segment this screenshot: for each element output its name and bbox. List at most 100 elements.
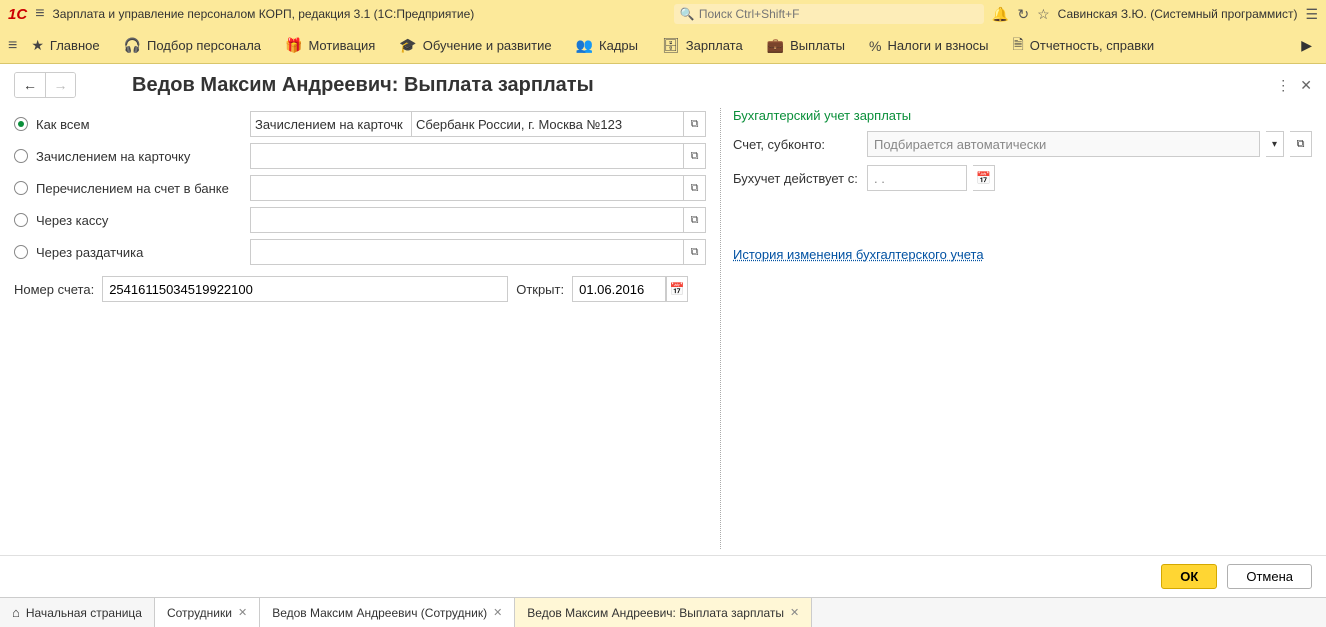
open-ext-button[interactable]: ⧉ [1290, 131, 1312, 157]
since-date-field[interactable]: . . [867, 165, 967, 191]
more-icon[interactable]: ⋮ [1276, 77, 1290, 94]
home-icon: ⌂ [12, 605, 20, 620]
nav-salary[interactable]: 🗄 Зарплата [652, 31, 753, 60]
account-subconto-row: Счет, субконто: Подбирается автоматическ… [733, 131, 1312, 157]
nav-motivation[interactable]: 🎁Мотивация [275, 31, 385, 60]
headset-icon: 🎧 [124, 37, 141, 54]
ok-button[interactable]: ОК [1161, 564, 1217, 589]
radio-bank[interactable]: Перечислением на счет в банке [14, 181, 242, 196]
tab-label: Сотрудники [167, 606, 232, 620]
account-row: Номер счета: Открыт: 📅 [14, 276, 714, 302]
radio-cash[interactable]: Через кассу [14, 213, 242, 228]
tabsbar: ⌂ Начальная страница Сотрудники ✕ Ведов … [0, 597, 1326, 627]
history-link[interactable]: История изменения бухгалтерского учета [733, 247, 984, 262]
close-icon[interactable]: ✕ [238, 606, 247, 619]
nav-recruit[interactable]: 🎧 Подбор персонала [114, 31, 271, 60]
footer: ОК Отмена [0, 555, 1326, 597]
row0-fields: Зачислением на карточк Сбербанк России, … [250, 111, 706, 137]
nav-history-buttons: ← → [14, 72, 76, 98]
tab-employee-card[interactable]: Ведов Максим Андреевич (Сотрудник) ✕ [260, 598, 515, 627]
radio-label-text: Через раздатчика [36, 245, 143, 260]
radio-distributor[interactable]: Через раздатчика [14, 245, 242, 260]
method-field[interactable]: Зачислением на карточк [250, 111, 412, 137]
dropdown-icon[interactable]: ▾ [1266, 131, 1284, 157]
tab-label: Начальная страница [26, 606, 142, 620]
open-ext-button[interactable]: ⧉ [684, 207, 706, 233]
radio-icon [14, 245, 28, 259]
radio-row-all: Как всем Зачислением на карточк Сбербанк… [14, 108, 714, 140]
open-ext-button[interactable]: ⧉ [684, 143, 706, 169]
nav-label: Подбор персонала [147, 38, 261, 53]
nav-label: Главное [50, 38, 100, 53]
settings-icon[interactable]: ☰ [1305, 6, 1318, 23]
radio-row-cash: Через кассу ⧉ [14, 204, 714, 236]
close-icon[interactable]: ✕ [790, 606, 799, 619]
calendar-icon[interactable]: 📅 [973, 165, 995, 191]
star-icon[interactable]: ☆ [1037, 6, 1050, 23]
opened-label: Открыт: [516, 282, 564, 297]
radio-row-distributor: Через раздатчика ⧉ [14, 236, 714, 268]
tab-home[interactable]: ⌂ Начальная страница [0, 598, 155, 627]
tab-employees[interactable]: Сотрудники ✕ [155, 598, 260, 627]
distributor-field[interactable] [250, 239, 684, 265]
radio-all[interactable]: Как всем [14, 117, 242, 132]
nav-learning[interactable]: 🎓Обучение и развитие [389, 31, 561, 60]
wallet-icon: 💼 [767, 37, 784, 54]
radio-card[interactable]: Зачислением на карточку [14, 149, 242, 164]
nav-kadry[interactable]: 👥 Кадры [566, 31, 648, 60]
tab-label: Ведов Максим Андреевич: Выплата зарплаты [527, 606, 784, 620]
open-ext-button[interactable]: ⧉ [684, 111, 706, 137]
nav-more-icon[interactable]: ▶ [1295, 31, 1318, 60]
radio-label-text: Через кассу [36, 213, 108, 228]
bank-field[interactable]: Сбербанк России, г. Москва №123 [412, 111, 684, 137]
radio-row-card: Зачислением на карточку ⧉ [14, 140, 714, 172]
account-input[interactable] [102, 276, 508, 302]
form-right: Бухгалтерский учет зарплаты Счет, субкон… [720, 108, 1312, 549]
nav-label: Выплаты [790, 38, 845, 53]
bell-icon[interactable]: 🔔 [992, 6, 1009, 23]
close-icon[interactable]: ✕ [1300, 77, 1312, 94]
card-field[interactable] [250, 143, 684, 169]
nav-label: Зарплата [686, 38, 743, 53]
account-subconto-label: Счет, субконто: [733, 137, 861, 152]
forward-button[interactable]: → [45, 73, 75, 97]
nav-main[interactable]: ★ Главное [21, 31, 109, 60]
people-icon: 👥 [576, 37, 593, 54]
nav-taxes[interactable]: %Налоги и взносы [859, 32, 999, 60]
calc-icon: 🗄 [662, 37, 680, 54]
nav-label: Налоги и взносы [887, 38, 988, 53]
nav-payouts[interactable]: 💼 Выплаты [757, 31, 855, 60]
open-ext-button[interactable]: ⧉ [684, 239, 706, 265]
radio-icon [14, 149, 28, 163]
radio-icon [14, 213, 28, 227]
radio-icon [14, 181, 28, 195]
bank-field[interactable] [250, 175, 684, 201]
account-subconto-field[interactable]: Подбирается автоматически [867, 131, 1260, 157]
opened-date-input[interactable] [572, 276, 666, 302]
close-icon[interactable]: ✕ [493, 606, 502, 619]
nav-label: Отчетность, справки [1030, 38, 1154, 53]
history-icon[interactable]: ↻ [1017, 6, 1029, 23]
logo-1c: 1С [8, 6, 27, 23]
cancel-button[interactable]: Отмена [1227, 564, 1312, 589]
nav-menu-icon[interactable]: ≡ [8, 37, 17, 55]
back-button[interactable]: ← [15, 73, 45, 97]
radio-row-bank: Перечислением на счет в банке ⧉ [14, 172, 714, 204]
report-icon: 🗎 [1013, 34, 1024, 58]
nav-reports[interactable]: 🗎 Отчетность, справки [1003, 28, 1165, 64]
search-input[interactable] [699, 7, 978, 21]
tab-label: Ведов Максим Андреевич (Сотрудник) [272, 606, 487, 620]
radio-icon [14, 117, 28, 131]
row4-fields: ⧉ [250, 239, 706, 265]
row1-fields: ⧉ [250, 143, 706, 169]
account-label: Номер счета: [14, 282, 94, 297]
cash-field[interactable] [250, 207, 684, 233]
form-left: Как всем Зачислением на карточк Сбербанк… [14, 108, 714, 549]
open-ext-button[interactable]: ⧉ [684, 175, 706, 201]
star-icon: ★ [31, 37, 44, 54]
tab-payout[interactable]: Ведов Максим Андреевич: Выплата зарплаты… [515, 598, 812, 627]
nav-label: Кадры [599, 38, 638, 53]
search-box[interactable]: 🔍 [674, 4, 984, 24]
calendar-icon[interactable]: 📅 [666, 276, 688, 302]
menu-icon[interactable]: ≡ [35, 5, 44, 23]
